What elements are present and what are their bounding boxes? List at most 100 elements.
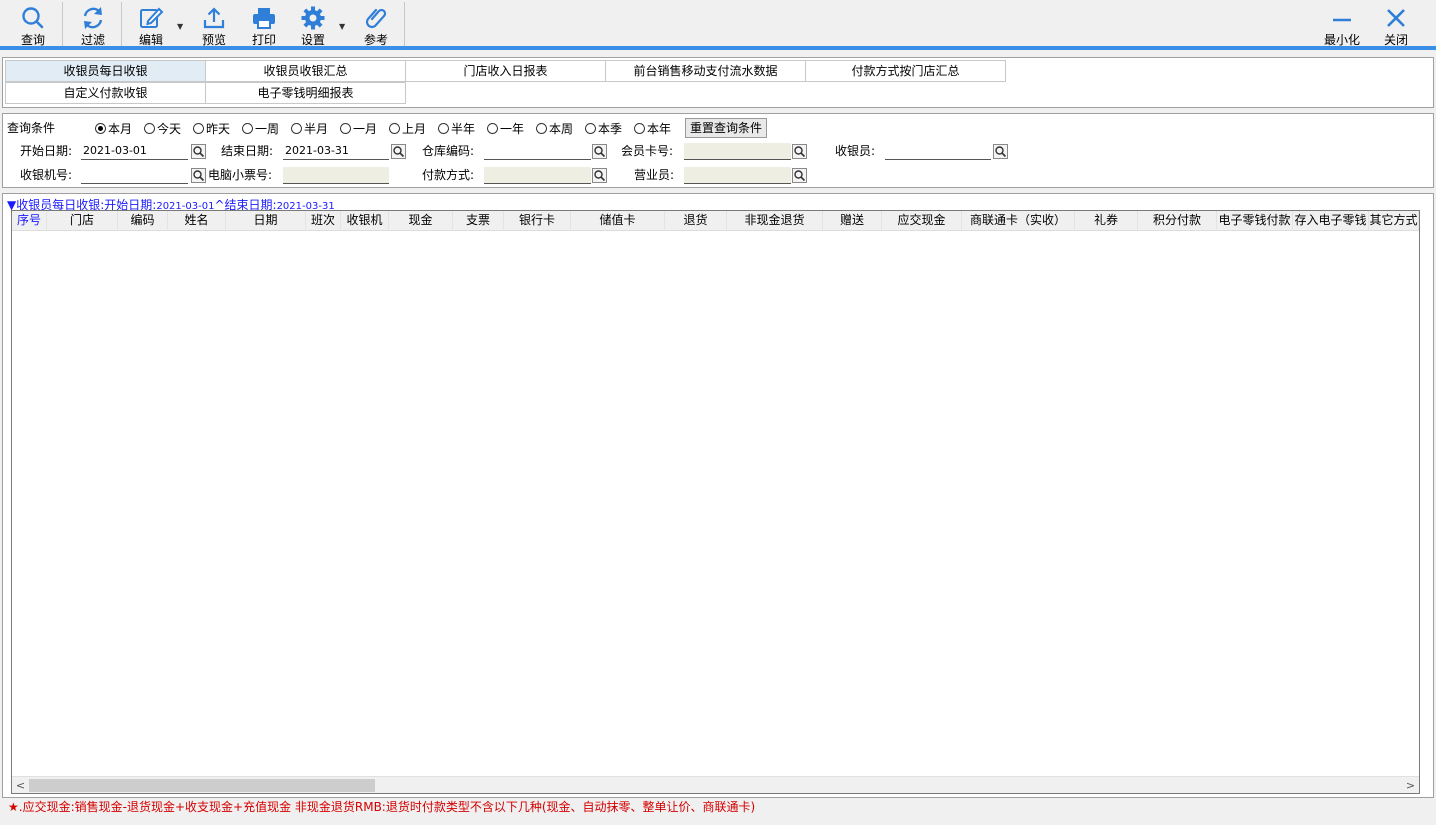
horizontal-scrollbar[interactable]: < > xyxy=(12,776,1419,793)
range-radio-one-year[interactable]: 一年 xyxy=(487,120,524,137)
column-header[interactable]: 电子零钱付款 xyxy=(1217,211,1293,231)
range-radio-this-week[interactable]: 本周 xyxy=(536,120,573,137)
column-header[interactable]: 赠送 xyxy=(823,211,882,231)
column-header[interactable]: 应交现金 xyxy=(882,211,962,231)
column-header[interactable]: 现金 xyxy=(389,211,453,231)
upload-icon xyxy=(203,7,225,29)
cashier-lookup-button[interactable] xyxy=(993,144,1008,159)
print-button[interactable]: 打印 xyxy=(243,2,285,48)
salesperson-lookup-button[interactable] xyxy=(792,168,807,183)
radio-dot xyxy=(144,123,155,134)
tab-mobile-payment-flow[interactable]: 前台销售移动支付流水数据 xyxy=(605,60,806,82)
column-header[interactable]: 姓名 xyxy=(168,211,226,231)
query-button[interactable]: 查询 xyxy=(12,2,54,48)
column-header[interactable]: 班次 xyxy=(306,211,341,231)
register-number-label: 收银机号: xyxy=(20,168,73,182)
column-header[interactable]: 收银机 xyxy=(341,211,389,231)
edit-dropdown-caret-icon[interactable]: ▼ xyxy=(177,22,183,31)
range-radio-today[interactable]: 今天 xyxy=(144,120,181,137)
scroll-left-icon[interactable]: < xyxy=(12,777,29,793)
range-radio-one-month[interactable]: 一月 xyxy=(340,120,377,137)
column-header[interactable]: 礼券 xyxy=(1075,211,1138,231)
scroll-thumb[interactable] xyxy=(29,779,375,792)
filter-button[interactable]: 过滤 xyxy=(72,2,114,48)
radio-dot xyxy=(487,123,498,134)
query-panel: 查询条件 本月 今天 昨天 一周 半月 一月 上月 半年 一年 本周 本季 本年… xyxy=(2,113,1434,188)
radio-dot xyxy=(95,123,106,134)
report-tabs: 收银员每日收银 收银员收银汇总 门店收入日报表 前台销售移动支付流水数据 付款方… xyxy=(2,57,1434,108)
tab-cashier-summary[interactable]: 收银员收银汇总 xyxy=(205,60,406,82)
column-header[interactable]: 日期 xyxy=(226,211,306,231)
range-radio-yesterday[interactable]: 昨天 xyxy=(193,120,230,137)
member-card-lookup-button[interactable] xyxy=(792,144,807,159)
warehouse-lookup-button[interactable] xyxy=(592,144,607,159)
range-radio-last-month[interactable]: 上月 xyxy=(389,120,426,137)
column-header[interactable]: 序号 xyxy=(12,211,47,231)
radio-label: 上月 xyxy=(402,122,427,136)
range-radio-half-month[interactable]: 半月 xyxy=(291,120,328,137)
column-header[interactable]: 商联通卡（实收） xyxy=(962,211,1075,231)
settings-dropdown-caret-icon[interactable]: ▼ xyxy=(339,22,345,31)
register-number-field[interactable] xyxy=(81,167,188,184)
column-header[interactable]: 其它方式 xyxy=(1369,211,1419,231)
filter-label: 过滤 xyxy=(80,33,105,47)
radio-dot xyxy=(438,123,449,134)
radio-dot xyxy=(585,123,596,134)
scroll-right-icon[interactable]: > xyxy=(1402,777,1419,793)
report-table[interactable]: 序号 门店 编码 姓名 日期 班次 收银机 现金 支票 银行卡 储值卡 退货 非… xyxy=(11,210,1420,794)
column-header[interactable]: 门店 xyxy=(47,211,118,231)
reference-label: 参考 xyxy=(363,33,388,47)
range-radio-this-year[interactable]: 本年 xyxy=(634,120,671,137)
radio-dot xyxy=(193,123,204,134)
reset-query-button[interactable]: 重置查询条件 xyxy=(685,118,767,138)
reference-button[interactable]: 参考 xyxy=(355,2,397,48)
radio-label: 本年 xyxy=(647,122,672,136)
ticket-number-field[interactable] xyxy=(283,167,389,184)
column-header[interactable]: 退货 xyxy=(665,211,727,231)
close-button[interactable]: 关闭 xyxy=(1375,2,1417,48)
edit-button[interactable]: 编辑 xyxy=(130,2,172,48)
tab-payment-by-store[interactable]: 付款方式按门店汇总 xyxy=(805,60,1006,82)
star-icon: ★ xyxy=(8,800,19,814)
search-icon xyxy=(794,170,806,182)
edit-label: 编辑 xyxy=(138,33,163,47)
radio-label: 昨天 xyxy=(206,122,231,136)
preview-button[interactable]: 预览 xyxy=(193,2,235,48)
query-conditions-label: 查询条件 xyxy=(7,121,56,135)
tab-cashier-daily[interactable]: 收银员每日收银 xyxy=(5,60,206,82)
minimize-button[interactable]: 最小化 xyxy=(1318,2,1366,48)
search-icon xyxy=(22,7,44,29)
tab-e-change-detail[interactable]: 电子零钱明细报表 xyxy=(205,82,406,104)
payment-method-field[interactable] xyxy=(484,167,591,184)
register-lookup-button[interactable] xyxy=(191,168,206,183)
gear-icon xyxy=(301,6,325,30)
member-card-field[interactable] xyxy=(684,143,791,160)
warehouse-code-field[interactable] xyxy=(484,143,591,160)
member-card-label: 会员卡号: xyxy=(621,144,674,158)
edit-icon xyxy=(140,7,164,28)
column-header[interactable]: 非现金退货 xyxy=(727,211,823,231)
column-header[interactable]: 积分付款 xyxy=(1138,211,1217,231)
range-radio-this-quarter[interactable]: 本季 xyxy=(585,120,622,137)
column-header[interactable]: 银行卡 xyxy=(504,211,571,231)
column-header[interactable]: 支票 xyxy=(453,211,504,231)
start-date-label: 开始日期: xyxy=(20,144,73,158)
settings-button[interactable]: 设置 xyxy=(292,2,334,48)
start-date-lookup-button[interactable] xyxy=(191,144,206,159)
tab-custom-payment[interactable]: 自定义付款收银 xyxy=(5,82,206,104)
radio-label: 一年 xyxy=(500,122,525,136)
column-header[interactable]: 存入电子零钱 xyxy=(1293,211,1369,231)
end-date-field[interactable]: 2021-03-31 xyxy=(283,143,389,160)
payment-lookup-button[interactable] xyxy=(592,168,607,183)
column-header[interactable]: 储值卡 xyxy=(571,211,665,231)
range-radio-this-month[interactable]: 本月 xyxy=(95,120,132,137)
cashier-field[interactable] xyxy=(885,143,991,160)
tab-store-daily-income[interactable]: 门店收入日报表 xyxy=(405,60,606,82)
end-date-lookup-button[interactable] xyxy=(391,144,406,159)
radio-dot xyxy=(340,123,351,134)
range-radio-week[interactable]: 一周 xyxy=(242,120,279,137)
start-date-field[interactable]: 2021-03-01 xyxy=(81,143,188,160)
column-header[interactable]: 编码 xyxy=(118,211,168,231)
salesperson-field[interactable] xyxy=(684,167,791,184)
range-radio-half-year[interactable]: 半年 xyxy=(438,120,475,137)
